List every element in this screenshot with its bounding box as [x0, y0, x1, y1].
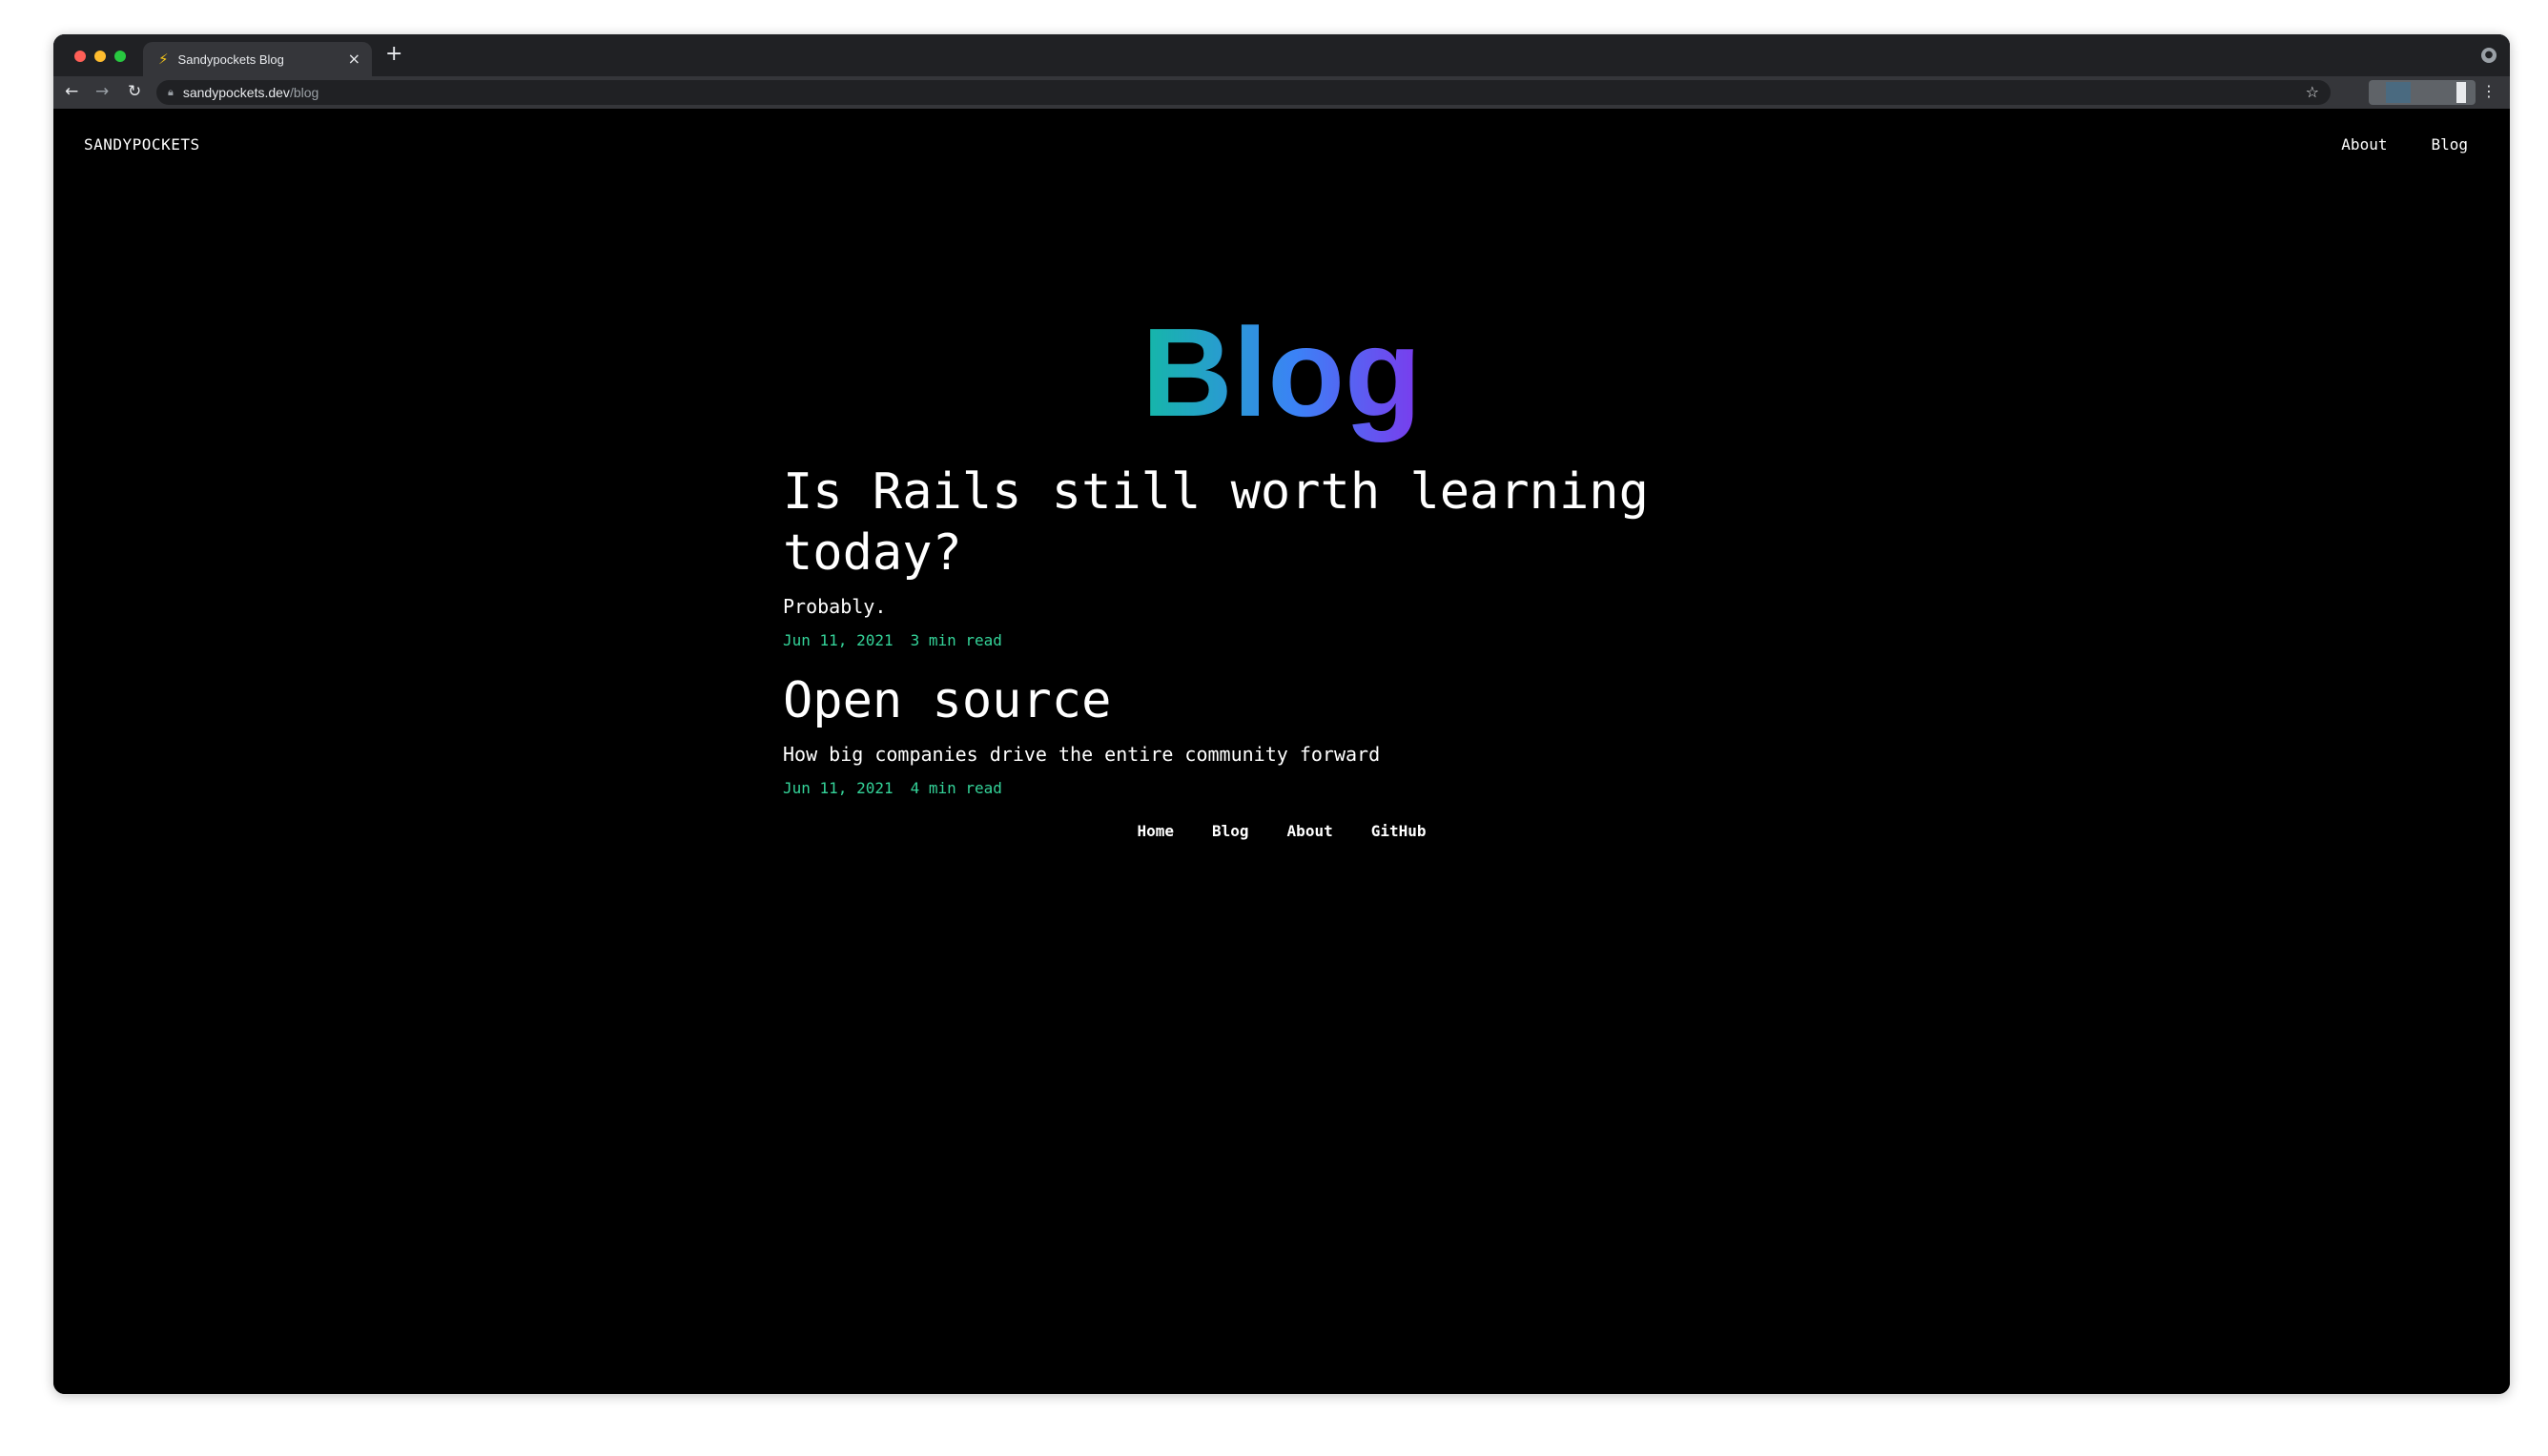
browser-chrome: ⚡ Sandypockets Blog × + ● ← → ↻ 🔒︎ sandy… [53, 34, 2510, 109]
page-title: Blog [53, 297, 2510, 448]
post-meta: Jun 11, 2021 3 min read [783, 631, 1832, 649]
reload-icon[interactable]: ↻ [128, 82, 141, 101]
footer-link-about[interactable]: About [1287, 822, 1333, 840]
lock-icon[interactable]: 🔒︎ [168, 86, 174, 99]
post-list: Is Rails still worth learning today? Pro… [783, 461, 1832, 818]
post-title-link[interactable]: Is Rails still worth learning today? [783, 461, 1832, 584]
address-bar[interactable]: 🔒︎ sandypockets.dev/blog ☆ [156, 80, 2331, 105]
extension-icon[interactable] [2386, 82, 2411, 103]
post-item: Is Rails still worth learning today? Pro… [783, 461, 1832, 649]
post-description: Probably. [783, 595, 887, 618]
post-date: Jun 11, 2021 [783, 631, 894, 649]
minimize-window-button[interactable] [94, 51, 106, 62]
top-nav: About Blog [2341, 135, 2468, 154]
url-text[interactable]: sandypockets.dev/blog [183, 85, 318, 100]
url-host: sandypockets.dev [182, 85, 290, 100]
site-logo[interactable]: SANDYPOCKETS [84, 135, 200, 154]
back-arrow-icon[interactable]: ← [65, 82, 78, 101]
footer-link-github[interactable]: GitHub [1371, 822, 1427, 840]
browser-toolbar: ← → ↻ 🔒︎ sandypockets.dev/blog ☆ ⋮ [53, 76, 2510, 109]
nav-link-about[interactable]: About [2341, 135, 2387, 154]
browser-window: ⚡ Sandypockets Blog × + ● ← → ↻ 🔒︎ sandy… [53, 34, 2510, 1394]
tab-bar: ⚡ Sandypockets Blog × + ● [53, 34, 2510, 76]
extension-icon[interactable] [2456, 82, 2466, 103]
footer-nav: Home Blog About GitHub [53, 822, 2510, 840]
more-menu-icon[interactable]: ⋮ [2481, 82, 2497, 100]
maximize-window-button[interactable] [114, 51, 126, 62]
browser-tab[interactable]: ⚡ Sandypockets Blog × [143, 42, 372, 76]
footer-link-home[interactable]: Home [1137, 822, 1174, 840]
forward-arrow-icon[interactable]: → [95, 82, 109, 101]
page-content: SANDYPOCKETS About Blog Blog Is Rails st… [53, 109, 2510, 1394]
close-window-button[interactable] [74, 51, 86, 62]
footer-link-blog[interactable]: Blog [1212, 822, 1249, 840]
post-meta: Jun 11, 2021 4 min read [783, 779, 1832, 797]
lightning-icon: ⚡ [158, 51, 169, 68]
profile-icon[interactable]: ● [2481, 48, 2497, 63]
tab-title: Sandypockets Blog [177, 51, 284, 67]
url-path: /blog [289, 85, 319, 100]
post-description: How big companies drive the entire commu… [783, 743, 1381, 766]
close-icon[interactable]: × [348, 50, 360, 68]
window-controls [74, 51, 126, 62]
page-title-text: Blog [1141, 302, 1422, 443]
bookmark-star-icon[interactable]: ☆ [2306, 83, 2319, 101]
post-item: Open source How big companies drive the … [783, 670, 1832, 797]
post-read-time: 3 min read [910, 631, 1002, 649]
post-read-time: 4 min read [910, 779, 1002, 797]
post-date: Jun 11, 2021 [783, 779, 894, 797]
extensions-area[interactable] [2369, 80, 2476, 105]
nav-link-blog[interactable]: Blog [2431, 135, 2468, 154]
new-tab-icon[interactable]: + [385, 42, 402, 66]
post-title-link[interactable]: Open source [783, 670, 1111, 731]
